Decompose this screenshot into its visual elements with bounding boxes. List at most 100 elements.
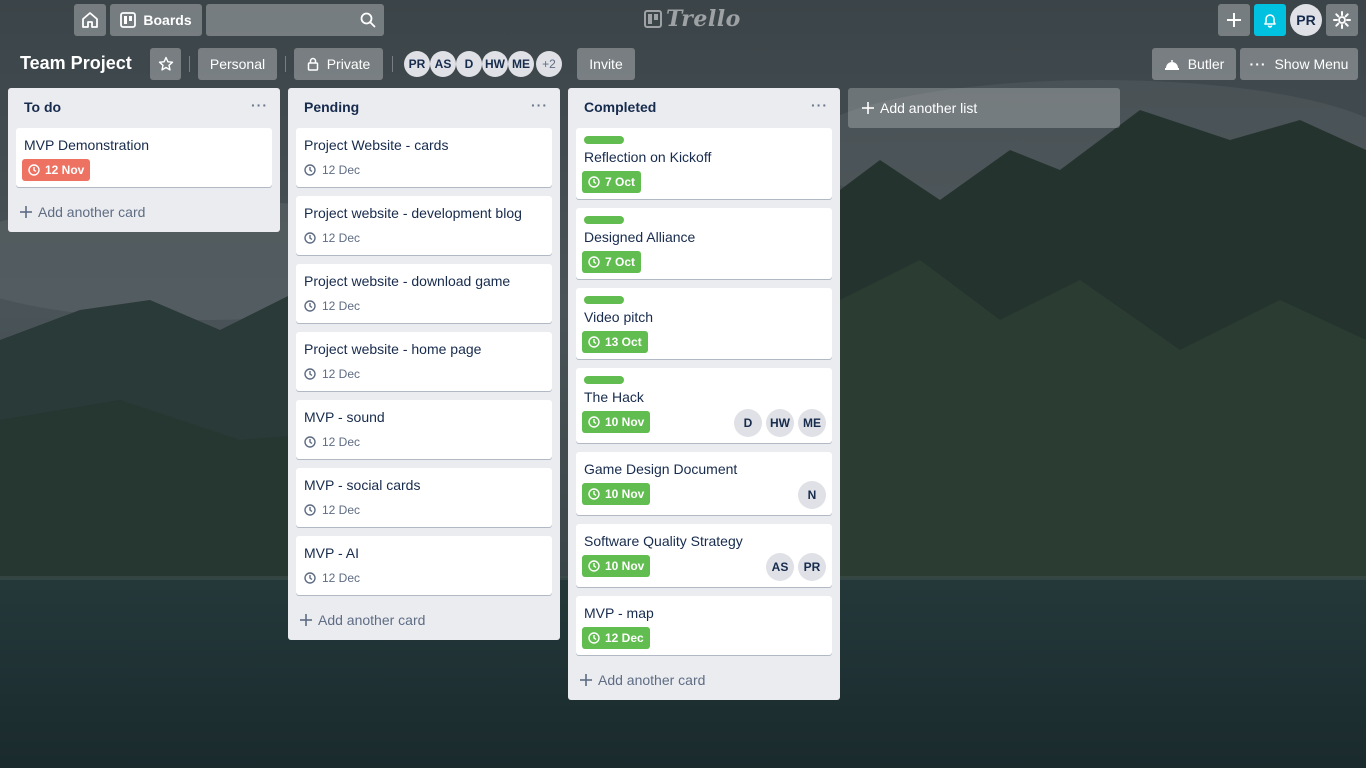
member-avatar[interactable]: D [734,409,762,437]
show-menu-label: Show Menu [1274,56,1349,72]
search-input[interactable] [206,4,384,36]
add-card-label: Add another card [318,612,426,628]
plus-icon [862,102,874,114]
add-card-button[interactable]: Add another card [20,204,145,220]
member-avatar[interactable]: HW [766,409,794,437]
invite-button[interactable]: Invite [577,48,635,80]
card-members: N [798,481,826,509]
due-date-badge[interactable]: 10 Nov [582,483,651,505]
butler-button[interactable]: Butler [1152,48,1236,80]
header-divider [392,56,393,72]
home-button[interactable] [74,4,106,36]
due-date-badge[interactable]: 10 Nov [582,411,651,433]
card[interactable]: Reflection on Kickoff 7 Oct [576,128,832,199]
clock-icon [588,488,600,500]
card-title: Reflection on Kickoff [584,149,712,165]
card[interactable]: MVP - sound 12 Dec [296,400,552,459]
list-menu-icon[interactable]: ··· [531,97,548,113]
card[interactable]: MVP - map 12 Dec [576,596,832,655]
due-date-text: 13 Oct [605,335,642,349]
card-label-green [584,296,624,304]
create-button[interactable] [1218,4,1250,36]
member-avatar[interactable]: AS [766,553,794,581]
due-date-badge[interactable]: 12 Dec [582,627,650,649]
member-avatar[interactable]: ME [508,51,534,77]
due-date-badge[interactable]: 7 Oct [582,171,642,193]
due-date-text: 12 Dec [322,435,361,449]
add-card-button[interactable]: Add another card [580,672,705,688]
clock-icon [304,232,316,244]
plus-icon [580,674,592,686]
card-title: MVP Demonstration [24,137,150,153]
card-title: Video pitch [584,309,654,325]
due-date-badge: 12 Dec [304,500,360,520]
due-date-badge[interactable]: 13 Oct [582,331,648,353]
due-date-text: 12 Dec [322,367,361,381]
clock-icon [304,504,316,516]
clock-icon [28,164,40,176]
privacy-label: Private [326,56,371,72]
trello-logo[interactable]: Trello [644,6,741,32]
card[interactable]: Project website - home page 12 Dec [296,332,552,391]
clock-icon [304,436,316,448]
due-date-text: 12 Dec [322,163,361,177]
due-date-text: 10 Nov [605,415,645,429]
list-title[interactable]: Completed [584,99,656,115]
add-card-button[interactable]: Add another card [300,612,425,628]
member-avatar[interactable]: PR [798,553,826,581]
card[interactable]: Designed Alliance 7 Oct [576,208,832,279]
notifications-button[interactable] [1254,4,1286,36]
boards-icon [120,12,137,28]
privacy-button[interactable]: Private [294,48,383,80]
clock-icon [588,336,600,348]
card[interactable]: MVP Demonstration 12 Nov [16,128,272,187]
due-date-badge: 12 Dec [304,228,360,248]
card-title: MVP - AI [304,545,359,561]
due-date-badge: 12 Dec [304,160,360,180]
due-date-badge[interactable]: 7 Oct [582,251,642,273]
due-date-text: 12 Dec [322,231,361,245]
list-menu-icon[interactable]: ··· [251,97,268,113]
card-title: Designed Alliance [584,229,696,245]
member-avatar[interactable]: N [798,481,826,509]
due-date-text: 12 Dec [605,631,644,645]
boards-label: Boards [143,12,192,28]
card[interactable]: MVP - social cards 12 Dec [296,468,552,527]
list-title[interactable]: Pending [304,99,359,115]
due-date-badge: 12 Dec [304,364,360,384]
show-menu-button[interactable]: ··· Show Menu [1240,48,1358,80]
list-title[interactable]: To do [24,99,61,115]
clock-icon [588,632,600,644]
user-avatar[interactable]: PR [1290,4,1322,36]
card[interactable]: Video pitch 13 Oct [576,288,832,359]
card[interactable]: MVP - AI 12 Dec [296,536,552,595]
card[interactable]: Project website - download game 12 Dec [296,264,552,323]
header-divider [189,56,190,72]
card[interactable]: Project Website - cards 12 Dec [296,128,552,187]
member-avatar[interactable]: ME [798,409,826,437]
card-label-green [584,376,624,384]
home-icon [82,12,98,28]
card[interactable]: Software Quality Strategy 10 Nov AS PR [576,524,832,587]
card[interactable]: Project website - development blog 12 De… [296,196,552,255]
clock-icon [304,164,316,176]
card[interactable]: Game Design Document 10 Nov N [576,452,832,515]
member-avatar[interactable]: PR [404,51,430,77]
star-board-button[interactable] [150,48,181,80]
card[interactable]: The Hack 10 Nov D HW ME [576,368,832,443]
member-avatar[interactable]: AS [430,51,456,77]
member-avatar[interactable]: D [456,51,482,77]
trello-logo-icon [644,10,662,28]
board-title[interactable]: Team Project [20,53,132,74]
add-list-button[interactable]: Add another list [848,88,1120,128]
list-menu-icon[interactable]: ··· [811,97,828,113]
due-date-badge[interactable]: 12 Nov [22,159,91,181]
card-members: AS PR [766,553,826,581]
due-date-badge[interactable]: 10 Nov [582,555,651,577]
team-visibility-button[interactable]: Personal [198,48,277,80]
settings-button[interactable] [1326,4,1358,36]
member-avatar[interactable]: HW [482,51,508,77]
boards-button[interactable]: Boards [110,4,202,36]
more-members-button[interactable]: +2 [536,51,562,77]
due-date-text: 7 Oct [605,255,636,269]
